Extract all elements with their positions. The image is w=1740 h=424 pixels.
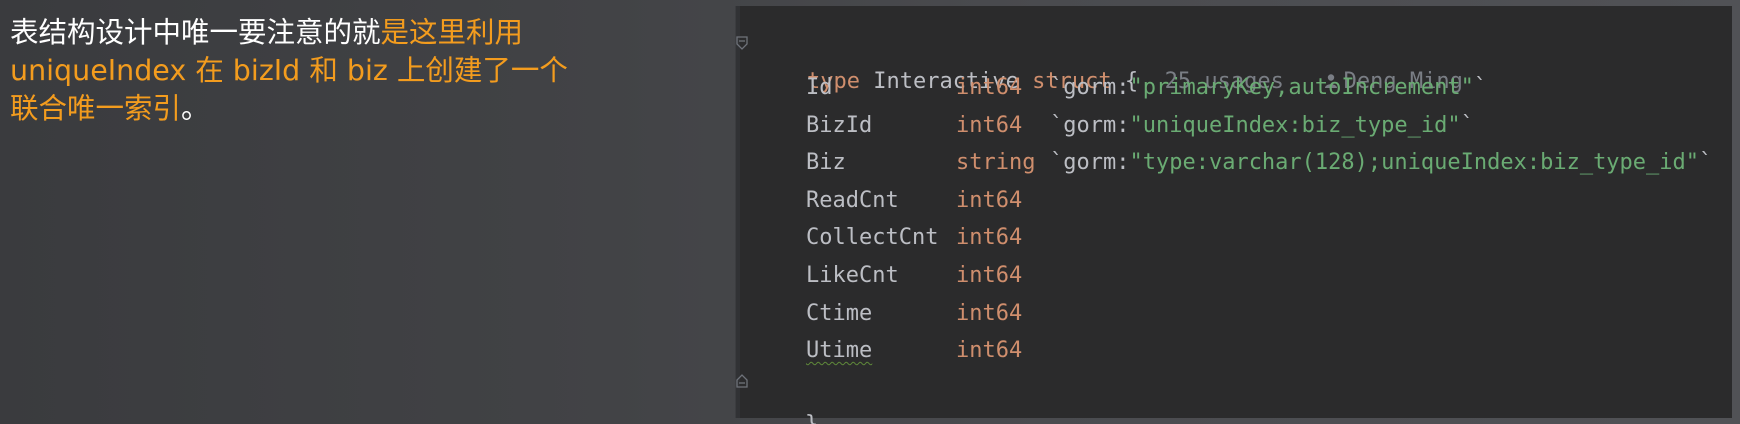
field-name[interactable]: Id bbox=[806, 69, 833, 107]
field-type: int64 bbox=[956, 300, 1023, 326]
field-type: int64 bbox=[956, 338, 1023, 364]
field-name[interactable]: BizId bbox=[806, 107, 872, 145]
brace-close: } bbox=[804, 411, 819, 424]
field-tag: `gorm:"type:varchar(128);uniqueIndex:biz… bbox=[1050, 144, 1712, 182]
tag-value: "primaryKey,autoIncrement" bbox=[1129, 75, 1474, 100]
field-type: int64 bbox=[956, 112, 1023, 138]
explanation-note: 表结构设计中唯一要注意的就是这里利用 uniqueIndex 在 bizId 和… bbox=[10, 14, 660, 128]
field-tag: `gorm:"primaryKey,autoIncrement"` bbox=[1050, 69, 1487, 107]
note-highlight-3: 联合唯一索引 bbox=[10, 92, 182, 125]
brace-close-line: } bbox=[752, 368, 818, 424]
tag-close: ` bbox=[1460, 112, 1474, 138]
struct-field-row: Id int64 `gorm:"primaryKey,autoIncrement"` bbox=[736, 69, 1732, 107]
field-name[interactable]: CollectCnt bbox=[806, 219, 938, 257]
struct-declaration-line: type Interactive struct { 25 usages Deng… bbox=[754, 25, 1463, 94]
note-plain-text: 表结构设计中唯一要注意的就 bbox=[10, 16, 381, 49]
field-type: int64 bbox=[956, 75, 1023, 100]
struct-field-row: CollectCnt int64 bbox=[736, 219, 1732, 257]
field-tag: `gorm:"uniqueIndex:biz_type_id"` bbox=[1050, 107, 1474, 145]
note-highlight-1: 是这里利用 bbox=[380, 16, 524, 49]
struct-field-row: Utime int64 bbox=[736, 332, 1732, 370]
tag-key: `gorm: bbox=[1050, 112, 1130, 138]
note-highlight-2: uniqueIndex 在 bizId 和 biz 上创建了一个 bbox=[10, 54, 568, 87]
field-type: int64 bbox=[956, 187, 1023, 213]
field-name[interactable]: Utime bbox=[806, 332, 872, 370]
struct-field-row: Biz string `gorm:"type:varchar(128);unique… bbox=[736, 144, 1732, 182]
struct-field-row: ReadCnt int64 bbox=[736, 182, 1732, 220]
note-tail: 。 bbox=[181, 92, 210, 125]
fold-open-icon[interactable] bbox=[736, 36, 748, 50]
tag-value: "uniqueIndex:biz_type_id" bbox=[1129, 112, 1461, 138]
field-type: int64 bbox=[956, 225, 1023, 251]
field-name[interactable]: ReadCnt bbox=[806, 182, 899, 220]
tag-key: `gorm: bbox=[1050, 150, 1130, 176]
field-type: string bbox=[956, 150, 1036, 176]
struct-field-row: BizId int64 `gorm:"uniqueIndex:biz_type_id… bbox=[736, 107, 1732, 145]
tag-key: `gorm: bbox=[1050, 75, 1130, 100]
tag-close: ` bbox=[1473, 75, 1488, 100]
struct-field-row: Ctime int64 bbox=[736, 295, 1732, 333]
tag-close: ` bbox=[1699, 150, 1713, 176]
field-type: int64 bbox=[956, 263, 1023, 288]
code-editor[interactable]: type Interactive struct { 25 usages Deng… bbox=[735, 6, 1732, 424]
field-name[interactable]: LikeCnt bbox=[806, 257, 899, 295]
tag-value: "type:varchar(128);uniqueIndex:biz_type_… bbox=[1129, 150, 1700, 176]
struct-field-row: LikeCnt int64 bbox=[736, 257, 1732, 295]
field-name[interactable]: Biz bbox=[806, 144, 846, 182]
fold-close-icon[interactable] bbox=[736, 374, 748, 388]
field-name[interactable]: Ctime bbox=[806, 295, 872, 333]
